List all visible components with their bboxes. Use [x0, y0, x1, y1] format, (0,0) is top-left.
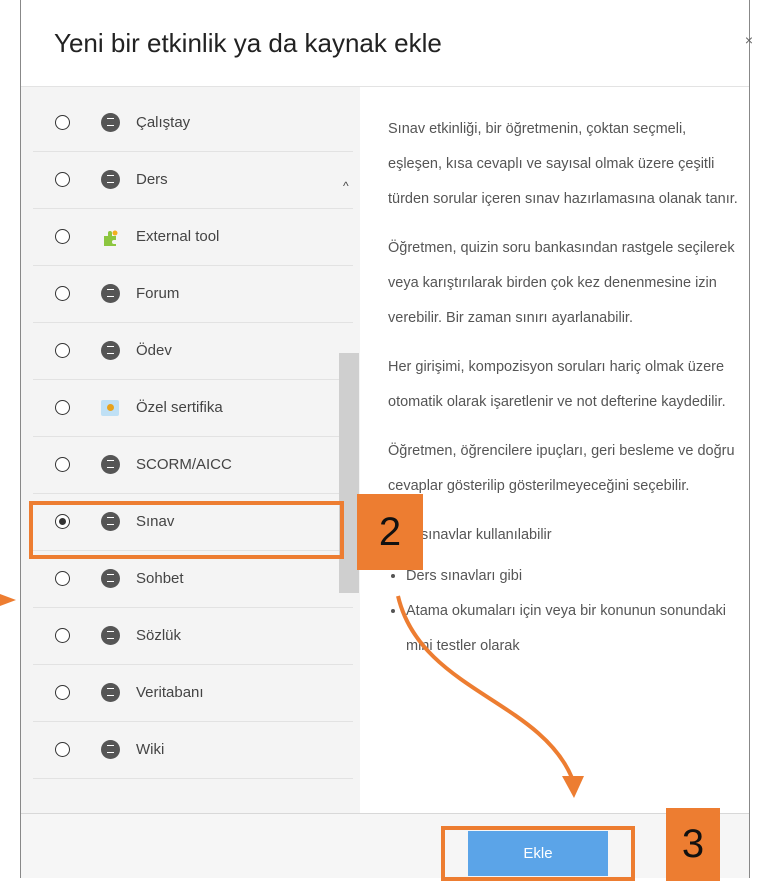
- arrow-head: [562, 776, 584, 798]
- left-arrow-tip: [0, 594, 16, 606]
- annotation-arrows: [0, 594, 584, 798]
- callout-arrow: [396, 595, 574, 779]
